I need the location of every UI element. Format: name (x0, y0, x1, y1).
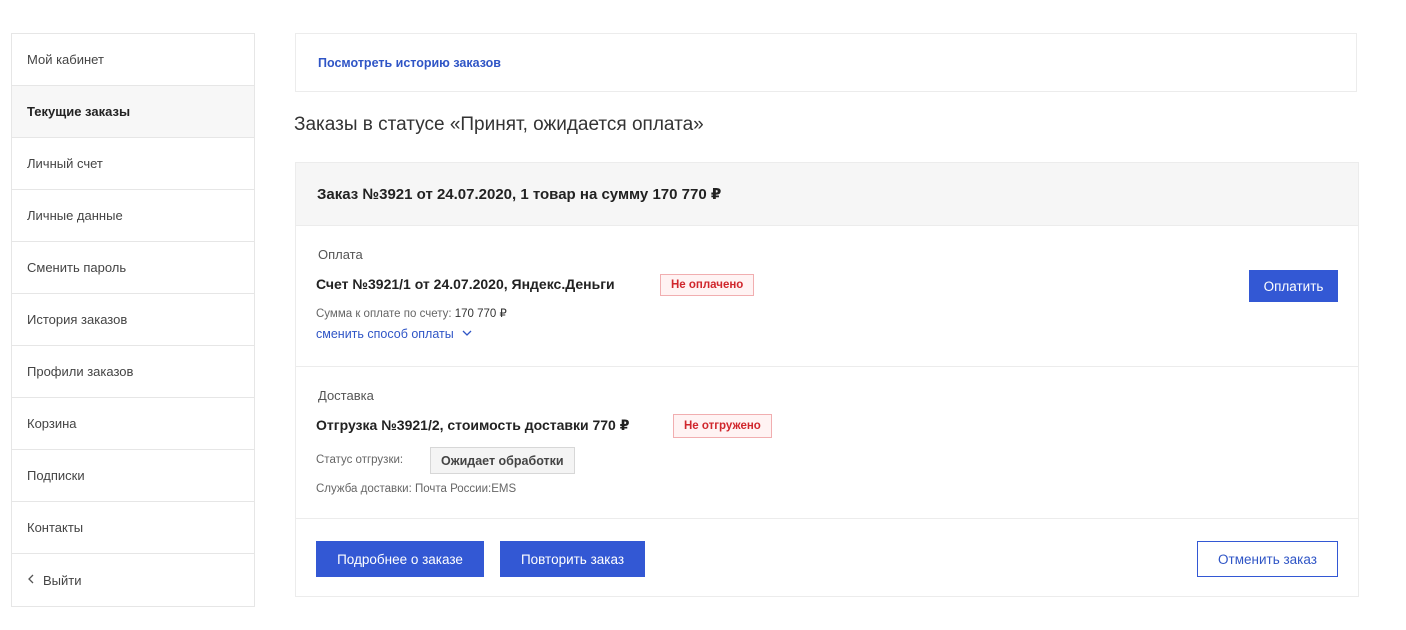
delivery-label: Доставка (318, 388, 374, 403)
payment-sum: Сумма к оплате по счету: 170 770 ₽ (316, 306, 507, 320)
sidebar-item-order-profiles[interactable]: Профили заказов (12, 346, 254, 398)
order-actions: Подробнее о заказе Повторить заказ Отмен… (296, 519, 1358, 599)
sidebar-item-change-password[interactable]: Сменить пароль (12, 242, 254, 294)
chevron-left-icon (27, 573, 34, 587)
payment-block: Оплата Счет №3921/1 от 24.07.2020, Яндек… (296, 226, 1358, 367)
sidebar-item-label: Личные данные (27, 208, 123, 223)
order-details-button[interactable]: Подробнее о заказе (316, 541, 484, 577)
payment-status-badge: Не оплачено (660, 274, 755, 296)
sidebar-item-my-cabinet[interactable]: Мой кабинет (12, 34, 254, 86)
sidebar-item-label: Текущие заказы (27, 104, 131, 119)
payment-sum-value: 170 770 ₽ (454, 308, 507, 320)
sidebar-item-label: Личный счет (27, 156, 103, 171)
change-payment-method-label: сменить способ оплаты (316, 327, 454, 341)
sidebar-item-label: Мой кабинет (27, 52, 104, 67)
repeat-order-button[interactable]: Повторить заказ (500, 541, 645, 577)
payment-label: Оплата (318, 247, 363, 262)
sidebar-item-logout[interactable]: Выйти (12, 554, 254, 606)
sidebar-item-label: Контакты (27, 520, 84, 535)
shipment-status-label: Статус отгрузки: (316, 454, 404, 466)
chevron-down-icon (462, 329, 472, 340)
change-payment-method-link[interactable]: сменить способ оплаты (316, 327, 472, 341)
sidebar-item-order-history[interactable]: История заказов (12, 294, 254, 346)
payment-title: Счет №3921/1 от 24.07.2020, Яндекс.Деньг… (316, 276, 615, 292)
delivery-title: Отгрузка №3921/2, стоимость доставки 770… (316, 417, 630, 433)
page-title: Заказы в статусе «Принят, ожидается опла… (294, 114, 704, 135)
sidebar-item-current-orders[interactable]: Текущие заказы (12, 86, 254, 138)
order-card: Заказ №3921 от 24.07.2020, 1 товар на су… (295, 162, 1359, 597)
delivery-service: Служба доставки: Почта России:EMS (316, 483, 517, 495)
sidebar-item-cart[interactable]: Корзина (12, 398, 254, 450)
sidebar-item-label: Сменить пароль (27, 260, 127, 275)
shipment-status-badge: Ожидает обработки (430, 447, 575, 474)
order-history-link[interactable]: Посмотреть историю заказов (318, 56, 501, 70)
cancel-order-button[interactable]: Отменить заказ (1197, 541, 1338, 577)
sidebar-item-subscriptions[interactable]: Подписки (12, 450, 254, 502)
sidebar-item-personal-data[interactable]: Личные данные (12, 190, 254, 242)
order-history-box: Посмотреть историю заказов (295, 33, 1357, 92)
delivery-status-badge: Не отгружено (673, 414, 772, 438)
payment-sum-label: Сумма к оплате по счету: (316, 308, 452, 320)
order-header: Заказ №3921 от 24.07.2020, 1 товар на су… (296, 163, 1358, 226)
sidebar-item-contacts[interactable]: Контакты (12, 502, 254, 554)
sidebar-item-label: Корзина (27, 416, 77, 431)
sidebar-item-personal-account[interactable]: Личный счет (12, 138, 254, 190)
sidebar-item-label: Подписки (27, 468, 85, 483)
sidebar-item-label: Профили заказов (27, 364, 134, 379)
delivery-block: Доставка Отгрузка №3921/2, стоимость дос… (296, 367, 1358, 519)
sidebar-nav: Мой кабинет Текущие заказы Личный счет Л… (11, 33, 255, 607)
sidebar-item-label: Выйти (43, 572, 82, 588)
pay-button[interactable]: Оплатить (1249, 270, 1338, 302)
sidebar-item-label: История заказов (27, 312, 128, 327)
